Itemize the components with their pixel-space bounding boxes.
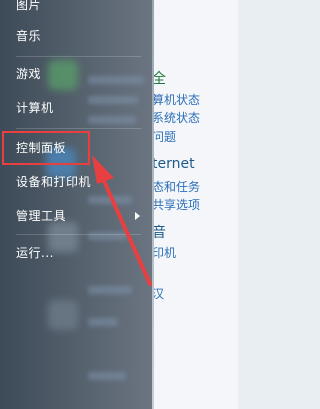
annotation-arrow-icon (92, 155, 152, 286)
